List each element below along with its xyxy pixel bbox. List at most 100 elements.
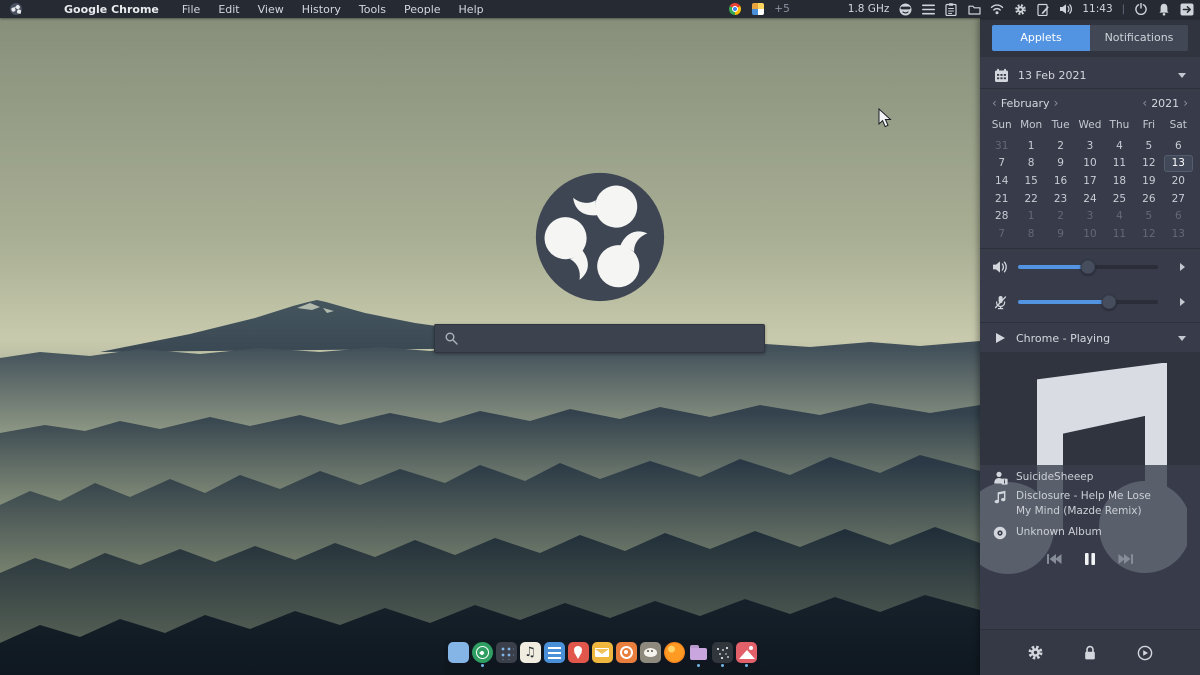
output-expander-icon[interactable] [1180,263,1185,271]
calendar-day-3[interactable]: 3 [1075,137,1104,155]
calendar-day-13[interactable]: 13 [1164,155,1193,173]
chrome-window-icon[interactable] [728,2,742,16]
next-track-button[interactable] [1118,553,1134,565]
raven-settings-button[interactable] [1023,641,1047,665]
clipboard-icon[interactable] [944,2,958,16]
calendar-day-9-out[interactable]: 9 [1046,225,1075,243]
menu-history[interactable]: History [293,3,350,16]
calendar-day-2-out[interactable]: 2 [1046,207,1075,225]
calendar-day-12-out[interactable]: 12 [1134,225,1163,243]
next-year-icon[interactable]: › [1179,96,1192,110]
calendar-day-25[interactable]: 25 [1105,190,1134,208]
dock-documents[interactable] [543,642,565,667]
calendar-day-1-out[interactable]: 1 [1016,207,1045,225]
clock[interactable]: 11:43 [1082,3,1112,15]
calendar-day-23[interactable]: 23 [1046,190,1075,208]
calendar-day-12[interactable]: 12 [1134,155,1163,173]
calendar-day-19[interactable]: 19 [1134,172,1163,190]
pause-button[interactable] [1084,552,1096,566]
notifications-bell-icon[interactable] [1157,2,1171,16]
dock-gimp[interactable] [639,642,661,667]
calendar-day-31-out[interactable]: 31 [987,137,1016,155]
dock-mail[interactable] [591,642,613,667]
dock-launcher[interactable] [495,642,517,667]
volume-icon[interactable] [1059,2,1073,16]
dock-music[interactable] [519,642,541,667]
calendar-day-7-out[interactable]: 7 [987,225,1016,243]
menu-file[interactable]: File [173,3,209,16]
calendar-day-22[interactable]: 22 [1016,190,1045,208]
next-month-icon[interactable]: › [1050,96,1063,110]
player-header-row[interactable]: Chrome - Playing [980,328,1200,348]
dock-terminal[interactable] [711,642,733,667]
raven-toggle-icon[interactable] [1180,2,1194,16]
calendar-day-24[interactable]: 24 [1075,190,1104,208]
desktop-search-bar[interactable] [434,324,765,353]
calendar-day-5-out[interactable]: 5 [1134,207,1163,225]
tab-applets[interactable]: Applets [992,25,1090,51]
dock-files[interactable] [687,642,709,667]
output-volume-knob[interactable] [1081,260,1096,275]
calendar-day-4[interactable]: 4 [1105,137,1134,155]
window-group-badge[interactable]: +5 [774,3,789,15]
calendar-day-21[interactable]: 21 [987,190,1016,208]
dock-maps[interactable] [567,642,589,667]
calendar-day-10-out[interactable]: 10 [1075,225,1104,243]
notes-edit-icon[interactable] [1036,2,1050,16]
mic-volume-slider[interactable] [1018,300,1158,304]
dock-desktop[interactable] [447,642,469,667]
menu-icon[interactable] [921,2,935,16]
calendar-day-15[interactable]: 15 [1016,172,1045,190]
prev-month-icon[interactable]: ‹ [988,96,1001,110]
calendar-day-2[interactable]: 2 [1046,137,1075,155]
date-row[interactable]: 13 Feb 2021 [980,62,1200,88]
calendar-day-3-out[interactable]: 3 [1075,207,1104,225]
settings-gear-icon[interactable] [1013,2,1027,16]
prev-year-icon[interactable]: ‹ [1138,96,1151,110]
date-expander-icon[interactable] [1178,73,1186,78]
tab-notifications[interactable]: Notifications [1090,25,1188,51]
calendar-day-18[interactable]: 18 [1105,172,1134,190]
search-input[interactable] [466,331,756,347]
calendar-day-16[interactable]: 16 [1046,172,1075,190]
power-icon[interactable] [1134,2,1148,16]
dock-blender[interactable] [615,642,637,667]
wifi-icon[interactable] [990,2,1004,16]
distro-logo-icon[interactable] [10,3,22,15]
calendar-day-11-out[interactable]: 11 [1105,225,1134,243]
menu-help[interactable]: Help [450,3,493,16]
menu-view[interactable]: View [249,3,293,16]
calendar-day-7[interactable]: 7 [987,155,1016,173]
app-grid-window-icon[interactable] [751,2,765,16]
calendar-day-14[interactable]: 14 [987,172,1016,190]
calendar-day-8[interactable]: 8 [1016,155,1045,173]
calendar-day-11[interactable]: 11 [1105,155,1134,173]
calendar-day-17[interactable]: 17 [1075,172,1104,190]
calendar-day-5[interactable]: 5 [1134,137,1163,155]
calendar-day-9[interactable]: 9 [1046,155,1075,173]
calendar-day-1[interactable]: 1 [1016,137,1045,155]
calendar-day-13-out[interactable]: 13 [1164,225,1193,243]
cpu-frequency[interactable]: 1.8 GHz [848,3,890,15]
dock-software[interactable] [471,642,493,667]
menu-edit[interactable]: Edit [209,3,248,16]
menu-tools[interactable]: Tools [350,3,395,16]
output-volume-slider[interactable] [1018,265,1158,269]
calendar-day-10[interactable]: 10 [1075,155,1104,173]
folder-icon[interactable] [967,2,981,16]
sensors-face-icon[interactable] [898,2,912,16]
calendar-day-8-out[interactable]: 8 [1016,225,1045,243]
dock-firefox[interactable] [663,642,685,667]
mic-volume-knob[interactable] [1102,295,1117,310]
dock-photos[interactable] [735,642,757,667]
calendar-day-4-out[interactable]: 4 [1105,207,1134,225]
player-expander-icon[interactable] [1178,336,1186,341]
previous-track-button[interactable] [1046,553,1062,565]
calendar-day-28[interactable]: 28 [987,207,1016,225]
lock-button[interactable] [1078,641,1102,665]
calendar-day-6[interactable]: 6 [1164,137,1193,155]
mic-expander-icon[interactable] [1180,298,1185,306]
calendar-day-26[interactable]: 26 [1134,190,1163,208]
session-power-button[interactable] [1133,641,1157,665]
menu-people[interactable]: People [395,3,450,16]
